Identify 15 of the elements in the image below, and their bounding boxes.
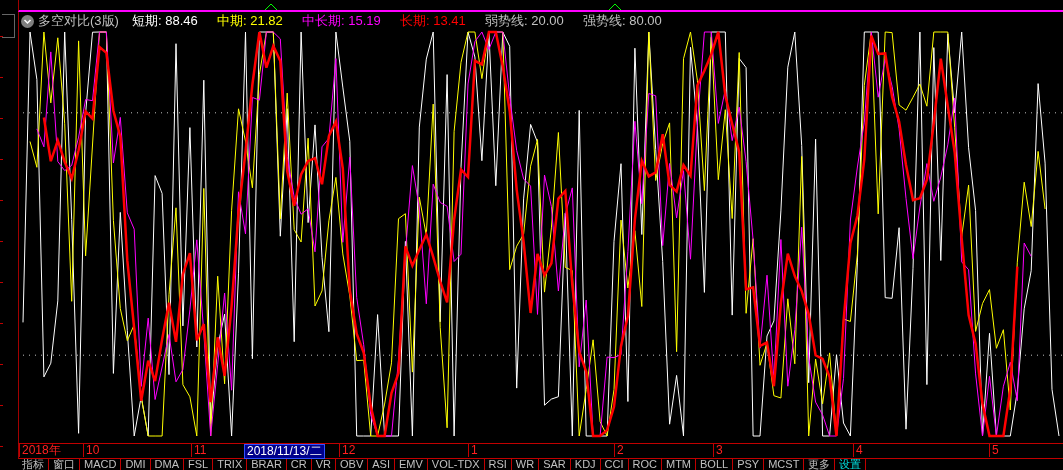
dropdown-icon[interactable] bbox=[21, 14, 34, 28]
axis-label: 2018年 bbox=[19, 444, 63, 458]
axis-label: 10 bbox=[83, 444, 102, 458]
peak-mark-icon bbox=[609, 4, 621, 10]
indicator-title: 多空对比(3版) bbox=[38, 12, 120, 31]
axis-label: 4 bbox=[853, 444, 865, 458]
axis-label: 1 bbox=[468, 444, 480, 458]
peak-mark-icon bbox=[265, 4, 277, 10]
axis-label: 2018/11/13/二 bbox=[244, 444, 325, 460]
axis-label: 2 bbox=[614, 444, 626, 458]
axis-label: 12 bbox=[339, 444, 358, 458]
axis-label: 11 bbox=[191, 444, 209, 458]
axis-label: 5 bbox=[989, 444, 1001, 458]
axis-label: 3 bbox=[713, 444, 725, 458]
panel-frame bbox=[2, 14, 15, 39]
